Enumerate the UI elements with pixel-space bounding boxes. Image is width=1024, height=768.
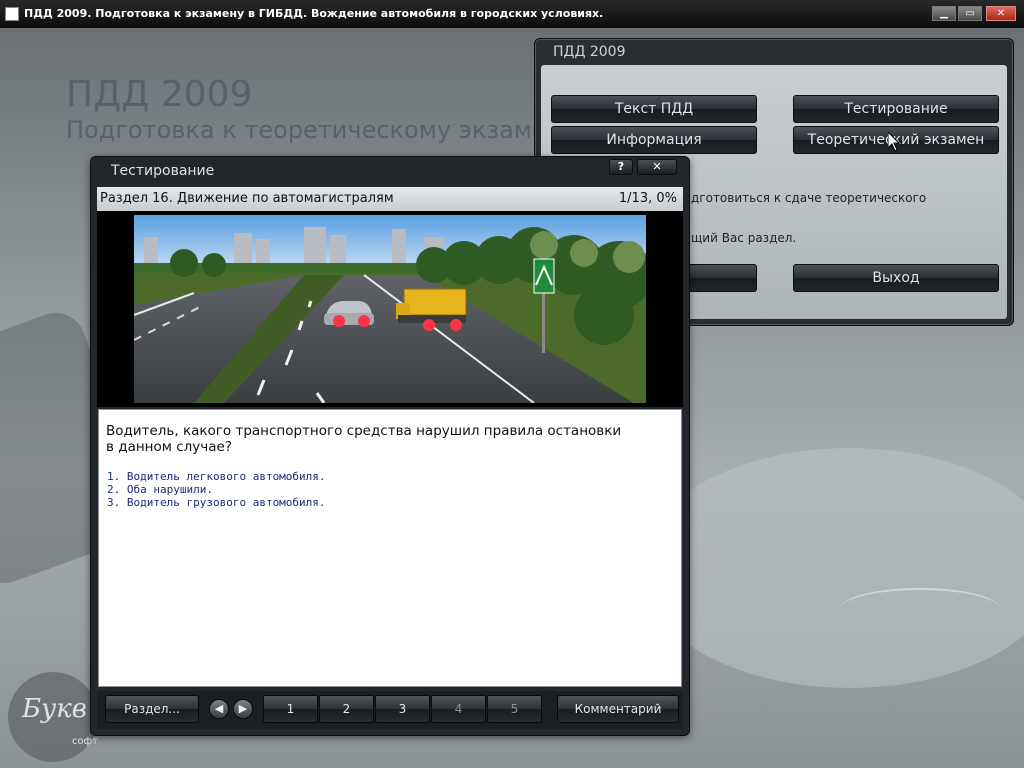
background-subtitle: Подготовка к теоретическому экзаменуу [66,116,591,144]
exit-button[interactable]: Выход [793,264,999,292]
section-select-button[interactable]: Раздел... [105,695,199,723]
rules-text-button[interactable]: Текст ПДД [551,95,757,123]
comment-button[interactable]: Комментарий [557,695,679,723]
question-page-5[interactable]: 5 [487,695,542,723]
answer-option[interactable]: 1. Водитель легкового автомобиля. [107,470,326,483]
help-button[interactable]: ? [609,159,633,175]
background-title: ПДД 2009 [66,74,253,115]
arrow-right-icon[interactable]: ▶ [233,699,253,719]
progress-indicator: 1/13, 0% [618,191,677,206]
section-title: Раздел 16. Движение по автомагистралям [100,191,394,206]
dialog-close-button[interactable]: ✕ [637,159,677,175]
maximize-button[interactable]: ▭ [958,6,982,21]
background-decoration [640,448,1024,688]
logo-subtext: софт [72,736,98,747]
question-box: Водитель, какого транспортного средства … [98,409,682,687]
app-background: ПДД 2009 Подготовка к теоретическому экз… [0,28,1024,768]
main-menu-description: дготовиться к сдаче теоретического [691,191,927,205]
background-decoration [840,588,1000,630]
dialog-navigation-bar: Раздел... ◀ ▶ 1 2 3 4 5 Комментарий [97,691,683,729]
answers-list: 1. Водитель легкового автомобиля. 2. Оба… [107,470,326,509]
window-titlebar: ПДД 2009. Подготовка к экзамену в ГИБДД.… [0,0,1024,29]
minimize-button[interactable]: ▁ [932,6,956,21]
window-title: ПДД 2009. Подготовка к экзамену в ГИБДД.… [24,7,604,20]
question-page-4[interactable]: 4 [431,695,486,723]
question-text: Водитель, какого транспортного средства … [106,423,622,455]
main-menu-description: щий Вас раздел. [691,231,797,245]
testing-button[interactable]: Тестирование [793,95,999,123]
app-icon [5,7,19,21]
section-bar: Раздел 16. Движение по автомагистралям 1… [97,187,683,211]
answer-option[interactable]: 3. Водитель грузового автомобиля. [107,496,326,509]
question-image-frame [97,211,683,407]
question-page-2[interactable]: 2 [319,695,374,723]
testing-dialog: Тестирование ? ✕ Раздел 16. Движение по … [90,156,690,736]
close-button[interactable]: ✕ [986,6,1016,21]
question-page-1[interactable]: 1 [263,695,318,723]
logo-text: Букв [22,694,87,724]
arrow-left-icon[interactable]: ◀ [209,699,229,719]
question-image [134,215,646,403]
dialog-title: Тестирование [111,163,215,179]
question-page-3[interactable]: 3 [375,695,430,723]
main-menu-title: ПДД 2009 [553,44,626,60]
answer-option[interactable]: 2. Оба нарушили. [107,483,326,496]
mouse-cursor-icon [888,132,900,152]
information-button[interactable]: Информация [551,126,757,154]
